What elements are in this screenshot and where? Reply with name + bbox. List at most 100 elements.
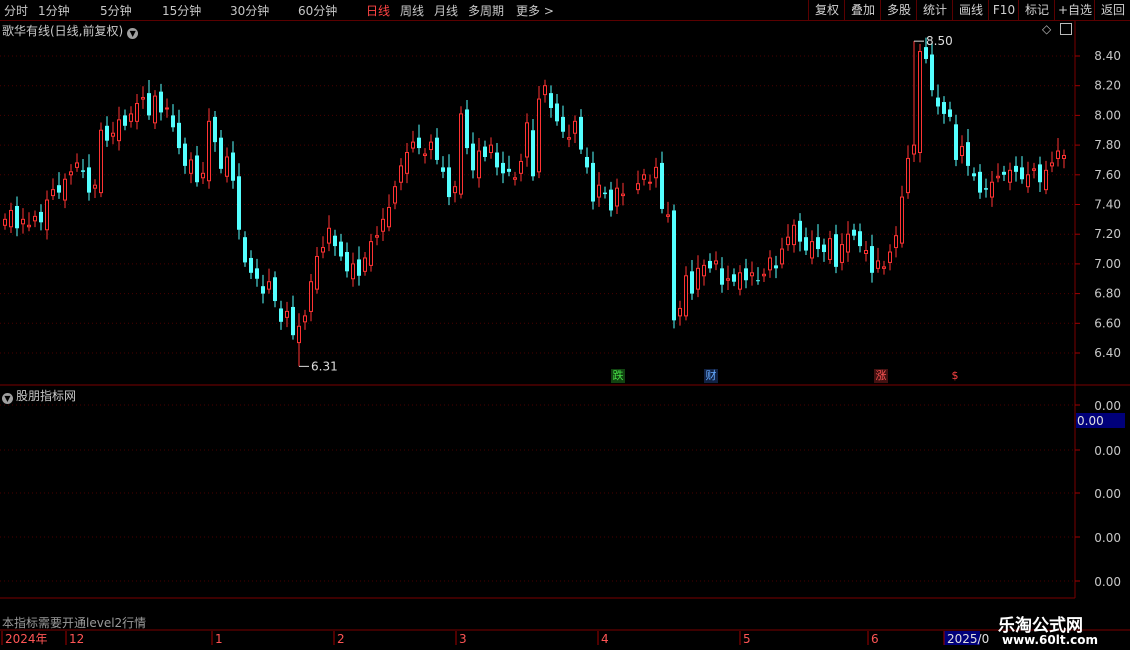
tab-1min[interactable]: 1分钟 <box>38 2 70 19</box>
candle-body-up <box>768 257 772 271</box>
main-chart-title[interactable]: 歌华有线(日线,前复权) ▼ <box>2 22 139 39</box>
candle-body-up <box>375 235 379 238</box>
date-label: 2 <box>337 632 345 646</box>
candle-body-up <box>69 171 73 176</box>
candle-body-down <box>105 125 109 141</box>
candle-body-up <box>51 189 55 197</box>
y-tick-label: 6.80 <box>1094 287 1121 301</box>
tab-15min[interactable]: 15分钟 <box>162 2 201 19</box>
candle-body-up <box>678 307 682 317</box>
y-tick-label: 7.40 <box>1094 198 1121 212</box>
candle-body-down <box>57 185 61 193</box>
candle-body-down <box>585 156 589 168</box>
candle-body-up <box>666 214 670 217</box>
tab-monthly[interactable]: 月线 <box>434 2 458 19</box>
f10-button[interactable]: F10 <box>988 0 1019 20</box>
candle-body-up <box>327 227 331 244</box>
tab-60min[interactable]: 60分钟 <box>298 2 337 19</box>
candle-body-down <box>591 162 595 202</box>
candle-body-up <box>573 120 577 134</box>
candle-body-up <box>165 107 169 110</box>
candle-body-up <box>381 218 385 232</box>
candle-body-up <box>93 184 97 189</box>
candle-body-down <box>672 210 676 321</box>
tab-daily[interactable]: 日线 <box>366 2 390 19</box>
chart-canvas[interactable]: 6.40 6.60 6.80 7.00 7.20 7.40 7.60 7.80 8.00 8.20… <box>0 0 1130 650</box>
stats-button[interactable]: 统计 <box>916 0 953 20</box>
info-marker-zhang[interactable]: 涨 <box>874 369 888 383</box>
date-label: 1 <box>215 632 223 646</box>
date-label: 4 <box>601 632 609 646</box>
candle-body-up <box>642 174 646 180</box>
candle-body-up <box>423 153 427 156</box>
candle-body-down <box>219 137 223 169</box>
candle-body-down <box>87 167 91 193</box>
candle-body-down <box>249 257 253 273</box>
candle-body-down <box>339 241 343 257</box>
candle-body-down <box>603 192 607 195</box>
panel-toggle-icon[interactable] <box>1060 23 1072 35</box>
tab-5min[interactable]: 5分钟 <box>100 2 132 19</box>
candle-body-up <box>648 181 652 184</box>
candle-body-down <box>39 211 43 223</box>
candle-body-up <box>906 157 910 194</box>
chevron-down-icon[interactable]: ▼ <box>2 393 13 404</box>
candle-body-up <box>615 187 619 207</box>
candle-body-up <box>135 103 139 122</box>
back-button[interactable]: 返回 <box>1094 0 1130 20</box>
candle-body-up <box>33 215 37 222</box>
candle-body-down <box>978 171 982 193</box>
tab-30min[interactable]: 30分钟 <box>230 2 269 19</box>
candle-body-up <box>405 152 409 174</box>
candle-body-down <box>441 167 445 172</box>
info-marker-die[interactable]: 跌 <box>611 369 625 383</box>
tab-weekly[interactable]: 周线 <box>400 2 424 19</box>
tab-fenshi[interactable]: 分时 <box>4 2 28 19</box>
candle-body-down <box>852 229 856 236</box>
candle-body-up <box>543 85 547 96</box>
overlay-button[interactable]: 叠加 <box>844 0 881 20</box>
candle-body-up <box>1026 174 1030 188</box>
candle-body-up <box>996 175 1000 179</box>
candle-body-down <box>942 102 946 114</box>
info-marker-dollar[interactable]: $ <box>948 369 962 383</box>
diamond-icon[interactable]: ◇ <box>1042 22 1051 36</box>
info-marker-cai[interactable]: 财 <box>704 369 718 383</box>
candle-body-up <box>738 272 742 290</box>
draw-line-button[interactable]: 画线 <box>952 0 989 20</box>
candle-body-up <box>537 98 541 173</box>
add-favorite-button[interactable]: +自选 <box>1054 0 1095 20</box>
candle-body-down <box>213 116 217 143</box>
candle-body-down <box>834 234 838 267</box>
date-label: 5 <box>743 632 751 646</box>
indicator-title[interactable]: ▼ 股朋指标网 <box>2 387 76 404</box>
candle-body-up <box>714 260 718 265</box>
fuquan-button[interactable]: 复权 <box>808 0 845 20</box>
candle-body-up <box>63 178 67 201</box>
candle-body-down <box>1002 171 1006 175</box>
candle-body-up <box>894 235 898 249</box>
candle-body-up <box>315 255 319 290</box>
tab-more[interactable]: 更多 > <box>516 2 554 19</box>
candle-body-down <box>471 143 475 171</box>
mark-button[interactable]: 标记 <box>1018 0 1055 20</box>
multi-stock-button[interactable]: 多股 <box>880 0 917 20</box>
candle-body-down <box>123 115 127 126</box>
candle-body-down <box>690 271 694 294</box>
candle-body-up <box>459 113 463 195</box>
candle-body-up <box>99 129 103 194</box>
candle-body-up <box>1008 169 1012 183</box>
candle-body-up <box>990 181 994 198</box>
date-label: 2024年 <box>5 632 48 646</box>
candle-body-up <box>267 281 271 290</box>
chevron-down-icon[interactable]: ▼ <box>127 28 139 39</box>
candle-body-down <box>609 189 613 211</box>
candle-body-down <box>345 252 349 272</box>
candles-group <box>3 37 1066 367</box>
candle-body-up <box>411 141 415 149</box>
candle-body-up <box>303 315 307 323</box>
candle-body-up <box>111 132 115 137</box>
candle-body-down <box>984 188 988 190</box>
candle-body-down <box>870 246 874 273</box>
tab-multi-period[interactable]: 多周期 <box>468 2 504 19</box>
